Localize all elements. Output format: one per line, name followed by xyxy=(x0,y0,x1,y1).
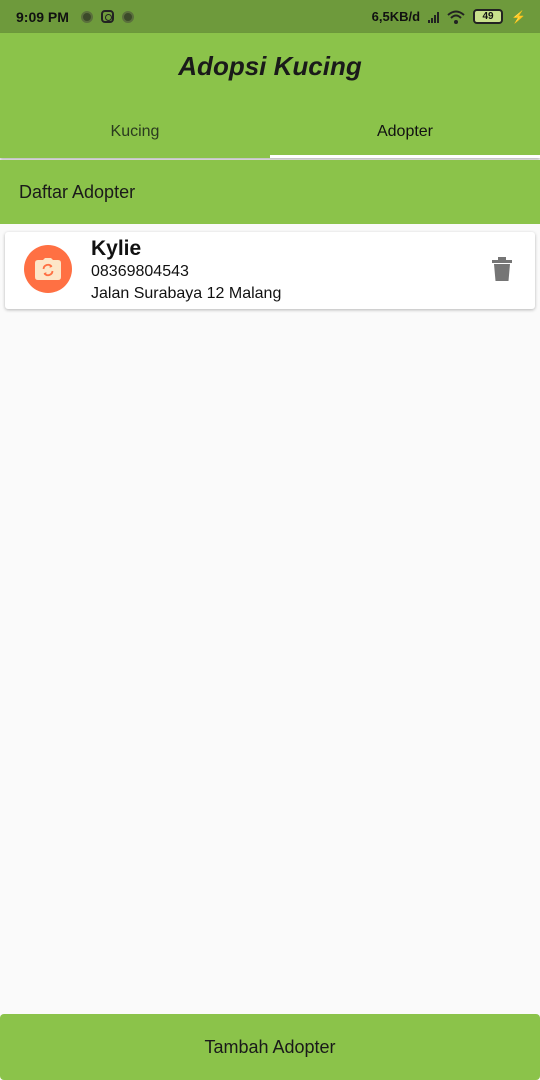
tab-adopter[interactable]: Adopter xyxy=(270,105,540,158)
status-time: 9:09 PM xyxy=(16,8,69,25)
tab-bar: Kucing Adopter xyxy=(0,105,540,158)
adopter-list-item[interactable]: Kylie 08369804543 Jalan Surabaya 12 Mala… xyxy=(5,232,535,309)
battery-icon: 49 xyxy=(473,9,504,24)
avatar[interactable] xyxy=(24,245,72,293)
status-bar: 9:09 PM 6,5KB/d 49 ⚡ xyxy=(0,0,540,33)
section-title: Daftar Adopter xyxy=(0,160,540,224)
charging-icon: ⚡ xyxy=(511,9,526,24)
add-adopter-button[interactable]: Tambah Adopter xyxy=(0,1014,540,1080)
adopter-address: Jalan Surabaya 12 Malang xyxy=(91,285,282,302)
status-right: 6,5KB/d 49 ⚡ xyxy=(372,9,526,24)
wifi-icon xyxy=(447,10,465,24)
trash-icon[interactable] xyxy=(492,257,512,281)
notification-dot-icon xyxy=(80,10,93,23)
camera-switch-icon xyxy=(35,258,61,280)
adopter-name: Kylie xyxy=(91,237,142,260)
signal-icon xyxy=(428,11,440,23)
instagram-icon xyxy=(100,10,114,23)
adopter-phone: 08369804543 xyxy=(91,263,189,280)
app-bar: Adopsi Kucing Kucing Adopter xyxy=(0,33,540,158)
tab-kucing[interactable]: Kucing xyxy=(0,105,270,158)
battery-level: 49 xyxy=(482,11,494,22)
status-left: 9:09 PM xyxy=(16,9,134,25)
app-title: Adopsi Kucing xyxy=(178,51,362,81)
network-speed: 6,5KB/d xyxy=(371,9,421,24)
notification-dot-icon xyxy=(121,10,134,23)
